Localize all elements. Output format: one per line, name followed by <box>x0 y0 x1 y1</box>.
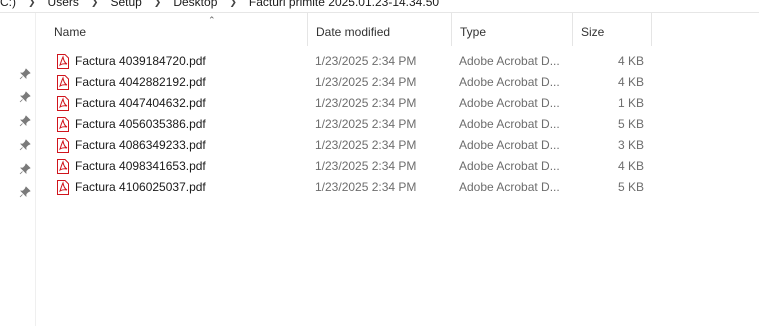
file-row[interactable]: Factura 4056035386.pdf 1/23/2025 2:34 PM… <box>36 114 759 135</box>
file-type: Adobe Acrobat D... <box>459 117 560 131</box>
file-name: Factura 4042882192.pdf <box>75 75 206 89</box>
file-date-modified: 1/23/2025 2:34 PM <box>315 138 417 152</box>
file-name: Factura 4047404632.pdf <box>75 96 206 110</box>
file-size: 4 KB <box>617 54 644 68</box>
file-date-modified: 1/23/2025 2:34 PM <box>315 180 417 194</box>
file-date-modified: 1/23/2025 2:34 PM <box>315 75 417 89</box>
file-type: Adobe Acrobat D... <box>459 180 560 194</box>
file-name: Factura 4086349233.pdf <box>75 138 206 152</box>
file-list: Factura 4039184720.pdf 1/23/2025 2:34 PM… <box>36 51 759 198</box>
file-name: Factura 4039184720.pdf <box>75 54 206 68</box>
pin-icon[interactable] <box>19 163 31 175</box>
file-name: Factura 4056035386.pdf <box>75 117 206 131</box>
file-type: Adobe Acrobat D... <box>459 96 560 110</box>
pdf-file-icon <box>57 138 69 153</box>
breadcrumb-item-setup[interactable]: Setup <box>104 0 147 9</box>
file-row[interactable]: Factura 4086349233.pdf 1/23/2025 2:34 PM… <box>36 135 759 156</box>
file-size: 5 KB <box>617 117 644 131</box>
pdf-file-icon <box>57 180 69 195</box>
pdf-file-icon <box>57 96 69 111</box>
file-size: 4 KB <box>617 159 644 173</box>
file-row[interactable]: Factura 4042882192.pdf 1/23/2025 2:34 PM… <box>36 72 759 93</box>
pin-icon[interactable] <box>19 139 31 151</box>
file-type: Adobe Acrobat D... <box>459 138 560 152</box>
chevron-right-icon[interactable]: ❯ <box>22 0 42 8</box>
file-row[interactable]: Factura 4039184720.pdf 1/23/2025 2:34 PM… <box>36 51 759 72</box>
file-size: 1 KB <box>617 96 644 110</box>
file-name: Factura 4106025037.pdf <box>75 180 206 194</box>
file-row[interactable]: Factura 4106025037.pdf 1/23/2025 2:34 PM… <box>36 177 759 198</box>
pin-icon[interactable] <box>19 68 31 80</box>
file-date-modified: 1/23/2025 2:34 PM <box>315 54 417 68</box>
file-date-modified: 1/23/2025 2:34 PM <box>315 96 417 110</box>
column-header-row: ⌃ Name Date modified Type Size <box>36 13 759 46</box>
pin-icon[interactable] <box>19 91 31 103</box>
breadcrumb-item-current-folder[interactable]: Facturi primite 2025.01.23-14.34.50 <box>243 0 445 9</box>
file-size: 5 KB <box>617 180 644 194</box>
file-row[interactable]: Factura 4098341653.pdf 1/23/2025 2:34 PM… <box>36 156 759 177</box>
chevron-right-icon[interactable]: ❯ <box>148 0 168 8</box>
file-date-modified: 1/23/2025 2:34 PM <box>315 117 417 131</box>
pdf-file-icon <box>57 159 69 174</box>
breadcrumb-item-drive[interactable]: C:) <box>0 0 22 9</box>
file-name: Factura 4098341653.pdf <box>75 159 206 173</box>
file-type: Adobe Acrobat D... <box>459 54 560 68</box>
column-header-date-modified[interactable]: Date modified <box>307 13 452 46</box>
breadcrumb: C:) ❯ Users ❯ Setup ❯ Desktop ❯ Facturi … <box>0 0 759 11</box>
column-header-name[interactable]: Name <box>46 13 308 46</box>
pdf-file-icon <box>57 117 69 132</box>
file-size: 3 KB <box>617 138 644 152</box>
file-type: Adobe Acrobat D... <box>459 75 560 89</box>
breadcrumb-item-desktop[interactable]: Desktop <box>167 0 223 9</box>
file-row[interactable]: Factura 4047404632.pdf 1/23/2025 2:34 PM… <box>36 93 759 114</box>
file-type: Adobe Acrobat D... <box>459 159 560 173</box>
chevron-right-icon[interactable]: ❯ <box>85 0 105 8</box>
file-size: 4 KB <box>617 75 644 89</box>
file-date-modified: 1/23/2025 2:34 PM <box>315 159 417 173</box>
pdf-file-icon <box>57 75 69 90</box>
column-header-size[interactable]: Size <box>572 13 652 46</box>
pdf-file-icon <box>57 54 69 69</box>
column-header-type[interactable]: Type <box>451 13 573 46</box>
pin-icon[interactable] <box>19 186 31 198</box>
navigation-pane[interactable] <box>0 13 36 326</box>
breadcrumb-item-users[interactable]: Users <box>42 0 85 9</box>
pin-icon[interactable] <box>19 115 31 127</box>
chevron-right-icon[interactable]: ❯ <box>223 0 243 8</box>
